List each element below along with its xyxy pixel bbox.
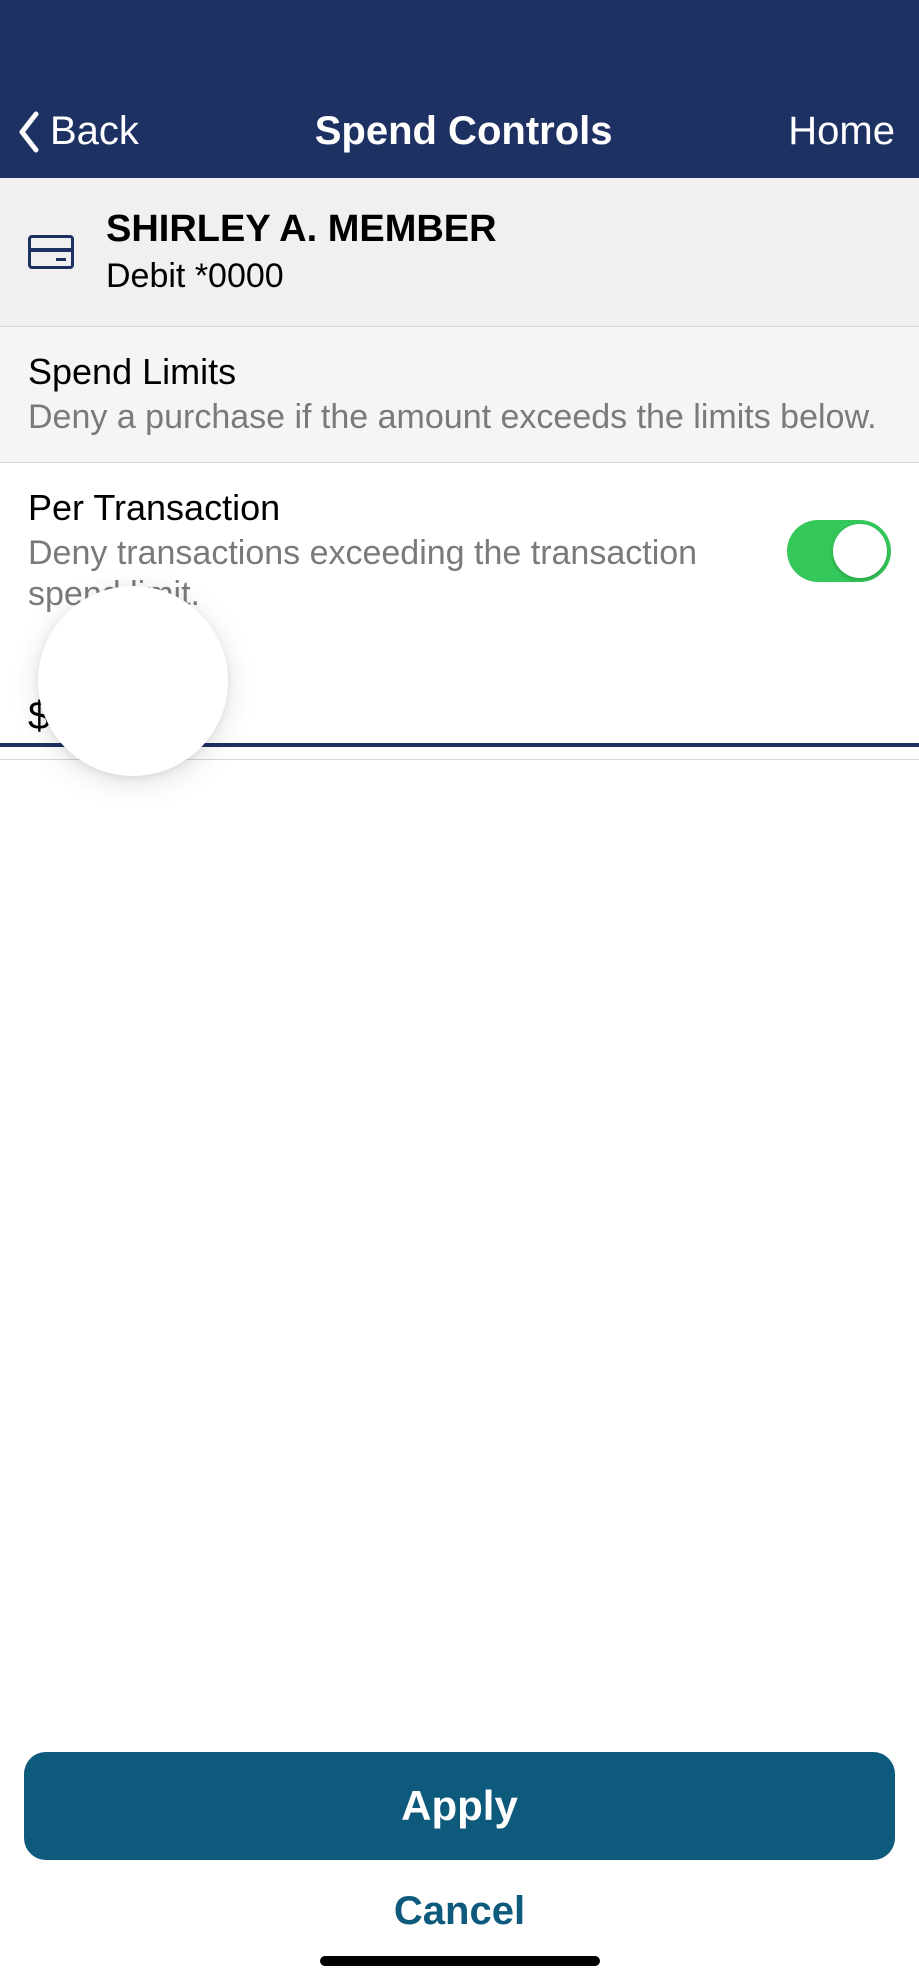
- chevron-left-icon: [14, 110, 44, 154]
- home-button[interactable]: Home: [788, 109, 895, 154]
- card-info-row: SHIRLEY A. MEMBER Debit *0000: [0, 178, 919, 327]
- card-label: Debit *0000: [106, 257, 497, 296]
- currency-symbol: $: [28, 694, 50, 739]
- per-transaction-title: Per Transaction: [28, 487, 728, 529]
- toggle-knob: [833, 524, 887, 578]
- spend-limits-header: Spend Limits Deny a purchase if the amou…: [0, 327, 919, 463]
- home-indicator: [320, 1956, 600, 1966]
- cancel-button[interactable]: Cancel: [24, 1866, 895, 1956]
- page-title: Spend Controls: [315, 109, 613, 154]
- per-transaction-description: Deny transactions exceeding the transact…: [28, 533, 728, 615]
- back-button[interactable]: Back: [14, 109, 139, 154]
- per-transaction-toggle[interactable]: [787, 520, 891, 582]
- amount-field-wrap: $: [0, 644, 919, 747]
- divider: [0, 759, 919, 760]
- spend-limits-title: Spend Limits: [28, 351, 891, 393]
- back-label: Back: [50, 109, 139, 154]
- apply-button[interactable]: Apply: [24, 1752, 895, 1860]
- spend-limits-description: Deny a purchase if the amount exceeds th…: [28, 397, 891, 438]
- per-transaction-row: Per Transaction Deny transactions exceed…: [0, 463, 919, 645]
- card-holder-name: SHIRLEY A. MEMBER: [106, 208, 497, 251]
- amount-input[interactable]: [58, 694, 891, 739]
- per-transaction-text: Per Transaction Deny transactions exceed…: [28, 487, 728, 615]
- bottom-action-bar: Apply Cancel: [0, 1728, 919, 1980]
- card-icon: [28, 235, 74, 269]
- card-text: SHIRLEY A. MEMBER Debit *0000: [106, 208, 497, 296]
- nav-header: Back Spend Controls Home: [0, 0, 919, 178]
